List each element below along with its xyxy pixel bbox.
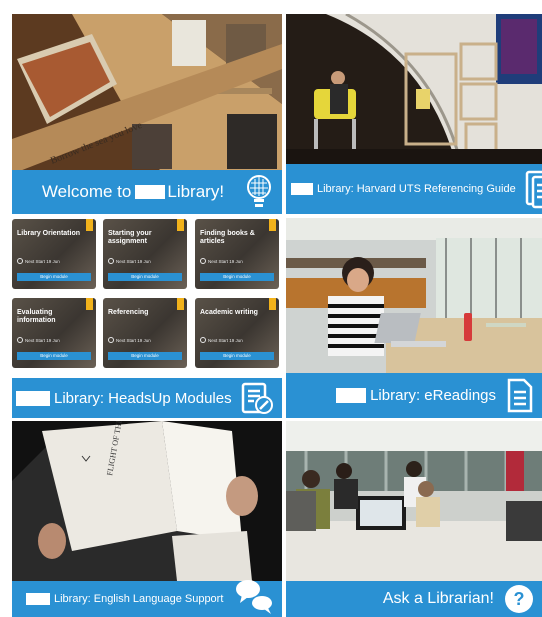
ask-banner: Ask a Librarian! ? [286,581,542,617]
ereadings-banner: Library: eReadings [286,373,542,418]
ereadings-label: Library: eReadings [370,387,496,404]
document-text-icon [506,378,534,414]
module-title: Library Orientation [17,230,81,237]
module-card[interactable]: Academic writing Next Start 19 Jun Begin… [195,298,279,368]
library-stairs-photo [286,14,542,164]
module-meta: Next Start 19 Jun [200,337,243,343]
english-label: Library: English Language Support [54,593,224,605]
module-card[interactable]: Library Orientation Next Start 19 Jun Be… [12,219,96,289]
module-meta: Next Start 19 Jun [200,258,243,264]
headsup-banner: Library: HeadsUp Modules [12,378,282,418]
module-card[interactable]: Referencing Next Start 19 Jun Begin modu… [103,298,187,368]
tile-headsup-modules[interactable]: Library Orientation Next Start 19 Jun Be… [12,218,282,418]
redacted-name [291,183,313,195]
headsup-label: Library: HeadsUp Modules [54,389,232,407]
redacted-name [16,390,50,406]
module-meta: Next Start 19 Jun [17,258,60,264]
begin-module-button[interactable]: Begin module [200,273,274,281]
begin-module-button[interactable]: Begin module [108,273,182,281]
module-card[interactable]: Evaluating information Next Start 19 Jun… [12,298,96,368]
lightbulb-icon [244,174,274,210]
module-card[interactable]: Starting your assignment Next Start 19 J… [103,219,187,289]
bookmark-icon [269,219,276,231]
tile-harvard-referencing[interactable]: Library: Harvard UTS Referencing Guide [286,14,542,214]
study-area-photo [286,218,542,373]
question-circle-icon: ? [504,584,534,614]
module-title: Academic writing [200,309,258,316]
tile-ask-a-librarian[interactable]: Ask a Librarian! ? [286,421,542,617]
module-title: Referencing [108,309,149,316]
redacted-name [336,388,367,403]
bookmark-icon [86,219,93,231]
bookmark-icon [86,298,93,310]
welcome-prefix: Welcome to [41,182,132,201]
begin-module-button[interactable]: Begin module [200,352,274,360]
bookmark-icon [177,219,184,231]
edit-document-icon [240,381,274,415]
svg-text:?: ? [514,589,525,609]
begin-module-button[interactable]: Begin module [17,352,91,360]
welcome-label: Library! [167,182,225,201]
module-meta: Next Start 19 Jun [17,337,60,343]
begin-module-button[interactable]: Begin module [17,273,91,281]
tile-ereadings[interactable]: Library: eReadings [286,218,542,418]
bookmark-icon [177,298,184,310]
tile-welcome[interactable]: Borrow the sea you love Welcome to Libra… [12,14,282,214]
module-title: Finding books & articles [200,230,255,245]
welcome-banner: Welcome to Library! [12,170,282,214]
redacted-name [26,593,50,605]
module-meta: Next Start 19 Jun [108,337,151,343]
begin-module-button[interactable]: Begin module [108,352,182,360]
book-photo: FLIGHT OF THE EAGLE [12,421,282,581]
harvard-banner: Library: Harvard UTS Referencing Guide [286,164,542,214]
bookmark-icon [269,298,276,310]
module-title: Starting your assignment [108,230,152,245]
redacted-name [135,185,166,199]
module-card-grid: Library Orientation Next Start 19 Jun Be… [12,218,282,383]
module-card[interactable]: Finding books & articles Next Start 19 J… [195,219,279,289]
module-meta: Next Start 19 Jun [108,258,151,264]
english-banner: Library: English Language Support [12,580,282,617]
harvard-label: Library: Harvard UTS Referencing Guide [317,183,516,195]
speech-bubbles-icon [234,580,274,615]
module-title: Evaluating information [17,309,56,324]
shelf-photo: Borrow the sea you love [12,14,282,174]
document-lines-icon [524,169,542,209]
library-tile-grid: Borrow the sea you love Welcome to Libra… [0,0,542,617]
computer-lab-photo [286,421,542,581]
tile-english-language-support[interactable]: FLIGHT OF THE EAGLE Library: English Lan… [12,421,282,617]
ask-label: Ask a Librarian! [382,590,494,607]
